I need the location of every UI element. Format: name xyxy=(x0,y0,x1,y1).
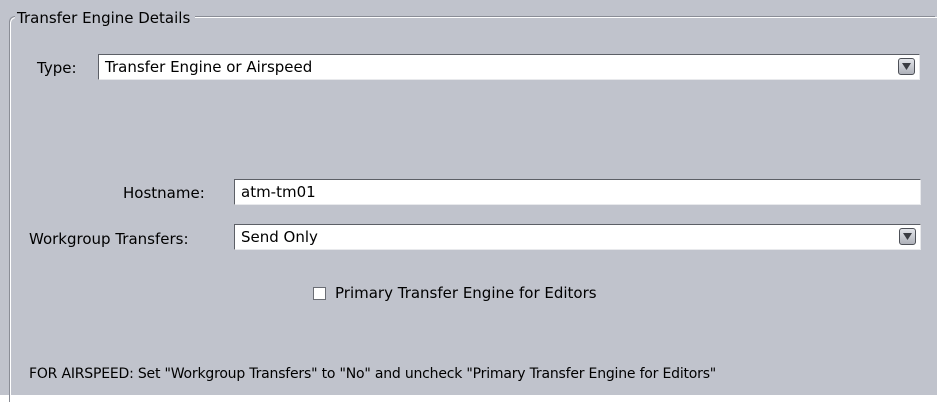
hostname-input[interactable]: atm-tm01 xyxy=(234,179,921,205)
type-select[interactable]: Transfer Engine or Airspeed xyxy=(98,54,920,80)
type-label: Type: xyxy=(37,59,77,77)
chevron-down-icon[interactable] xyxy=(899,228,916,245)
chevron-down-icon-glyph xyxy=(903,233,912,240)
chevron-down-icon-glyph xyxy=(902,63,911,70)
primary-transfer-engine-checkbox[interactable] xyxy=(313,287,326,300)
chevron-down-icon[interactable] xyxy=(898,58,915,75)
type-select-value: Transfer Engine or Airspeed xyxy=(105,58,313,76)
workgroup-transfers-select[interactable]: Send Only xyxy=(234,224,921,250)
hostname-input-value: atm-tm01 xyxy=(241,183,316,201)
workgroup-transfers-label: Workgroup Transfers: xyxy=(29,230,189,248)
workgroup-transfers-value: Send Only xyxy=(241,228,318,246)
primary-transfer-engine-label[interactable]: Primary Transfer Engine for Editors xyxy=(335,283,597,303)
transfer-engine-panel: Transfer Engine Details Type: Transfer E… xyxy=(0,0,937,403)
fieldset-legend: Transfer Engine Details xyxy=(15,8,196,28)
airspeed-note: FOR AIRSPEED: Set "Workgroup Transfers" … xyxy=(29,366,717,382)
hostname-label: Hostname: xyxy=(123,184,205,202)
